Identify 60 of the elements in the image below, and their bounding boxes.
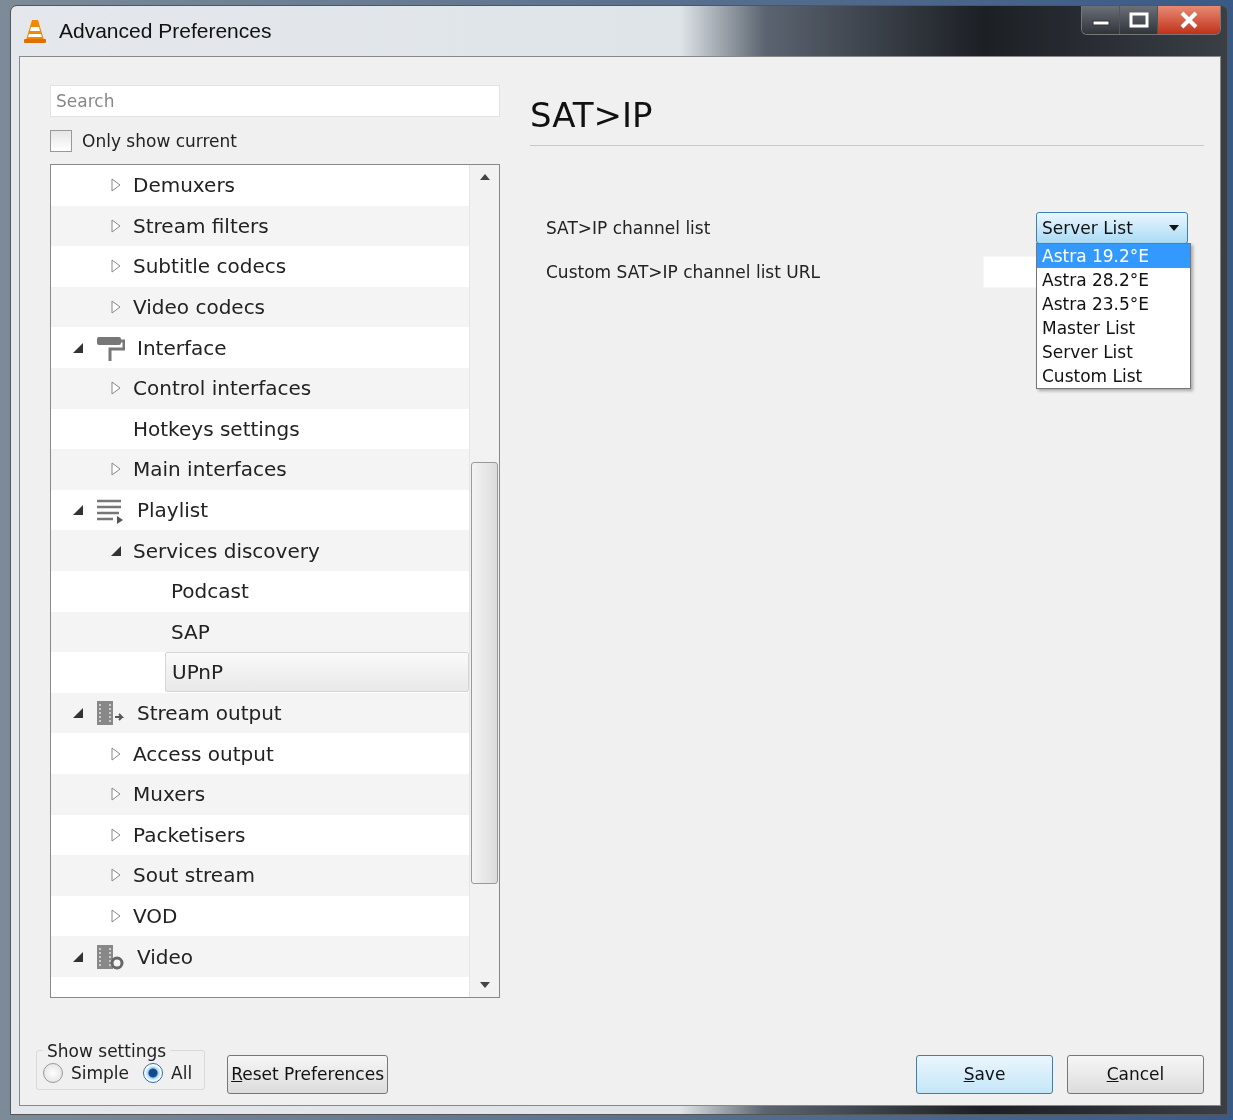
collapsed-arrow-icon[interactable] xyxy=(109,909,123,923)
dialog-button[interactable]: Save xyxy=(916,1054,1053,1094)
collapsed-arrow-icon[interactable] xyxy=(109,300,123,315)
scroll-down-icon[interactable] xyxy=(478,981,491,989)
radio-button[interactable] xyxy=(43,1062,63,1083)
collapsed-arrow-icon[interactable] xyxy=(109,827,123,842)
checkbox-label: Only show current xyxy=(82,131,237,151)
close-icon xyxy=(1179,11,1199,29)
traffic-cone-icon xyxy=(23,18,47,44)
radio-label: Simple xyxy=(71,1062,130,1083)
film-gear-icon xyxy=(95,942,125,971)
collapsed-arrow-icon[interactable] xyxy=(109,746,123,761)
film-export-icon xyxy=(95,699,125,727)
scroll-up-icon[interactable] xyxy=(478,173,491,181)
maximize-button[interactable] xyxy=(1120,6,1158,34)
option-label: SAT>IP channel list xyxy=(546,218,711,238)
scroll-thumb[interactable] xyxy=(471,462,498,884)
dropdown-option[interactable]: Server List xyxy=(1037,340,1190,364)
panel-title: SAT>IP xyxy=(530,85,1204,146)
dropdown-option[interactable]: Master List xyxy=(1037,316,1190,340)
option-label: Custom SAT>IP channel list URL xyxy=(546,262,821,282)
dropdown-option[interactable]: Astra 23.5°E xyxy=(1037,292,1190,316)
collapsed-arrow-icon[interactable] xyxy=(109,218,123,233)
tree-item[interactable]: Subtitle codecs xyxy=(133,247,469,286)
reset-preferences-button[interactable]: Reset Preferences xyxy=(227,1054,389,1094)
search-field[interactable]: Search xyxy=(50,85,500,117)
tree-item[interactable]: Access output xyxy=(133,734,469,773)
dropdown[interactable]: Server List xyxy=(1036,212,1188,244)
tree-item[interactable]: UPnP xyxy=(165,652,469,693)
collapsed-arrow-icon[interactable] xyxy=(109,259,123,274)
dropdown-option[interactable]: Astra 28.2°E xyxy=(1037,268,1190,292)
caret-icon xyxy=(1169,225,1179,231)
expanded-arrow-icon[interactable] xyxy=(71,504,85,517)
radio-label: All xyxy=(171,1062,193,1083)
minimize-button[interactable] xyxy=(1082,6,1120,34)
expanded-arrow-icon[interactable] xyxy=(71,707,85,719)
checkbox[interactable] xyxy=(50,130,72,152)
group-title: Show settings xyxy=(46,1040,168,1061)
window-title: Advanced Preferences xyxy=(59,19,272,43)
radio-button[interactable] xyxy=(143,1062,164,1083)
tree-item[interactable]: Podcast xyxy=(171,572,469,611)
dropdown-option[interactable]: Custom List xyxy=(1037,364,1190,388)
tree-item[interactable]: Interface xyxy=(137,328,469,367)
tree-item[interactable]: Packetisers xyxy=(133,815,469,854)
close-button[interactable] xyxy=(1158,6,1220,34)
expanded-arrow-icon[interactable] xyxy=(109,544,123,557)
collapsed-arrow-icon[interactable] xyxy=(109,868,123,883)
collapsed-arrow-icon[interactable] xyxy=(109,462,123,477)
tree-item[interactable]: Hotkeys settings xyxy=(133,409,469,448)
tree-item[interactable]: VOD xyxy=(133,897,469,935)
maximize-icon xyxy=(1128,12,1149,28)
expanded-arrow-icon[interactable] xyxy=(71,341,85,354)
scrollbar[interactable] xyxy=(469,165,499,997)
tree-item[interactable]: Demuxers xyxy=(133,166,469,205)
expanded-arrow-icon[interactable] xyxy=(71,950,85,963)
collapsed-arrow-icon[interactable] xyxy=(109,178,123,193)
dialog-button[interactable]: Cancel xyxy=(1067,1054,1204,1094)
collapsed-arrow-icon[interactable] xyxy=(109,381,123,396)
tree-item[interactable]: Playlist xyxy=(137,491,469,530)
collapsed-arrow-icon[interactable] xyxy=(109,787,123,802)
